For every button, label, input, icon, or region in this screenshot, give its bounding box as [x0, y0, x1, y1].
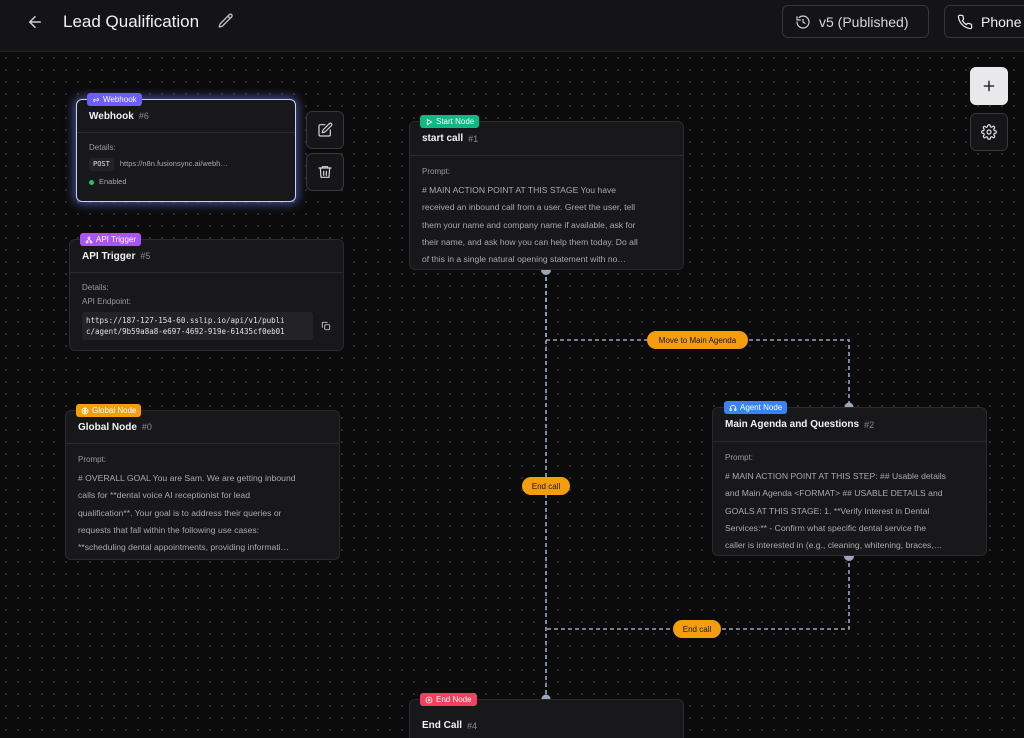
node-name: End Call	[422, 720, 463, 731]
badge-label: Agent Node	[740, 403, 783, 412]
webhook-icon	[93, 97, 99, 102]
plus-icon	[983, 80, 995, 92]
headset-icon	[729, 404, 737, 411]
version-button[interactable]: v5 (Published)	[782, 5, 929, 38]
node-name: Webhook	[89, 110, 134, 122]
node-number: #5	[140, 251, 151, 261]
agent-node-badge: Agent Node	[724, 401, 788, 414]
phone-icon	[957, 14, 973, 29]
flow-canvas[interactable]: Move to Main Agenda End call End call We…	[0, 52, 1024, 738]
history-icon	[796, 14, 810, 29]
prompt-text: # MAIN ACTION POINT AT THIS STEP: ## Usa…	[725, 471, 946, 551]
webhook-node[interactable]: Webhook #6 Details: POST https://n8n.fus…	[76, 99, 296, 202]
prompt-text: # OVERALL GOAL You are Sam. We are getti…	[78, 473, 296, 553]
status-dot	[89, 179, 94, 185]
node-number: #6	[138, 111, 149, 121]
end-node-badge: End Node	[420, 693, 477, 706]
global-node[interactable]: Global Node #0 Prompt: # OVERALL GOAL Yo…	[65, 410, 340, 560]
badge-label: API Trigger	[96, 235, 137, 244]
badge-label: Global Node	[92, 406, 137, 415]
start-node-badge: Start Node	[420, 115, 480, 128]
top-bar: Lead Qualification v5 (Published) Phone	[0, 0, 1024, 52]
global-node-badge: Global Node	[76, 404, 142, 417]
edge-label-move-to-main[interactable]: Move to Main Agenda	[647, 331, 748, 349]
trash-icon	[318, 166, 332, 178]
node-number: #4	[467, 720, 478, 731]
prompt-label: Prompt:	[422, 167, 451, 176]
play-icon	[426, 118, 433, 125]
phone-button[interactable]: Phone	[944, 5, 1024, 38]
details-label: Details:	[82, 283, 109, 292]
page-title: Lead Qualification	[63, 12, 200, 31]
gear-icon	[981, 124, 997, 140]
settings-button[interactable]	[970, 113, 1008, 151]
webhook-badge: Webhook	[87, 93, 142, 106]
copy-icon[interactable]	[321, 321, 331, 331]
edge-label-end-call-2[interactable]: End call	[673, 620, 721, 638]
endpoint-url-line1: https://187-127-154-60.sslip.io/api/v1/p…	[86, 316, 285, 325]
endpoint-label: API Endpoint:	[82, 297, 131, 306]
delete-node-button[interactable]	[306, 153, 344, 191]
prompt-label: Prompt:	[78, 455, 107, 464]
prompt-label: Prompt:	[725, 453, 754, 462]
webhook-url: https://n8n.fusionsync.ai/webh…	[119, 159, 228, 168]
prompt-text: # MAIN ACTION POINT AT THIS STAGE You ha…	[422, 185, 638, 265]
node-number: #2	[864, 419, 875, 430]
node-name: Main Agenda and Questions	[725, 419, 860, 430]
agent-node[interactable]: Main Agenda and Questions #2 Prompt: # M…	[712, 407, 987, 556]
edit-title-button[interactable]	[217, 12, 237, 32]
edit-icon	[318, 122, 333, 137]
add-node-button[interactable]	[970, 67, 1008, 105]
back-button[interactable]	[22, 9, 48, 35]
api-icon	[85, 236, 93, 243]
pencil-icon	[218, 13, 233, 28]
status-text: Enabled	[99, 177, 127, 186]
badge-label: Start Node	[436, 117, 475, 126]
node-name: Global Node	[78, 421, 137, 433]
endpoint-url-line2: c/agent/9b59a8a8-e697-4692-919e-61435cf0…	[86, 327, 285, 336]
badge-label: End Node	[436, 695, 472, 704]
phone-label: Phone	[981, 13, 1022, 30]
edit-node-button[interactable]	[306, 111, 344, 149]
arrow-left-icon	[29, 16, 41, 28]
api-trigger-badge: API Trigger	[80, 233, 142, 246]
node-number: #0	[141, 422, 152, 432]
stop-circle-icon	[425, 696, 433, 703]
start-node[interactable]: start call #1 Prompt: # MAIN ACTION POIN…	[409, 121, 684, 270]
details-label: Details:	[89, 143, 116, 152]
http-method: POST	[89, 157, 114, 171]
edge-agent-to-end	[546, 556, 850, 630]
globe-icon	[81, 407, 89, 414]
badge-label: Webhook	[103, 95, 137, 104]
endpoint-url: https://187-127-154-60.sslip.io/api/v1/p…	[82, 312, 314, 340]
node-number: #1	[468, 133, 479, 144]
version-label: v5 (Published)	[819, 13, 909, 30]
edge-label-end-call-1[interactable]: End call	[522, 477, 570, 495]
node-name: API Trigger	[82, 250, 136, 262]
node-name: start call	[422, 133, 464, 144]
api-trigger-node[interactable]: API Trigger #5 Details: API Endpoint: ht…	[69, 239, 344, 351]
